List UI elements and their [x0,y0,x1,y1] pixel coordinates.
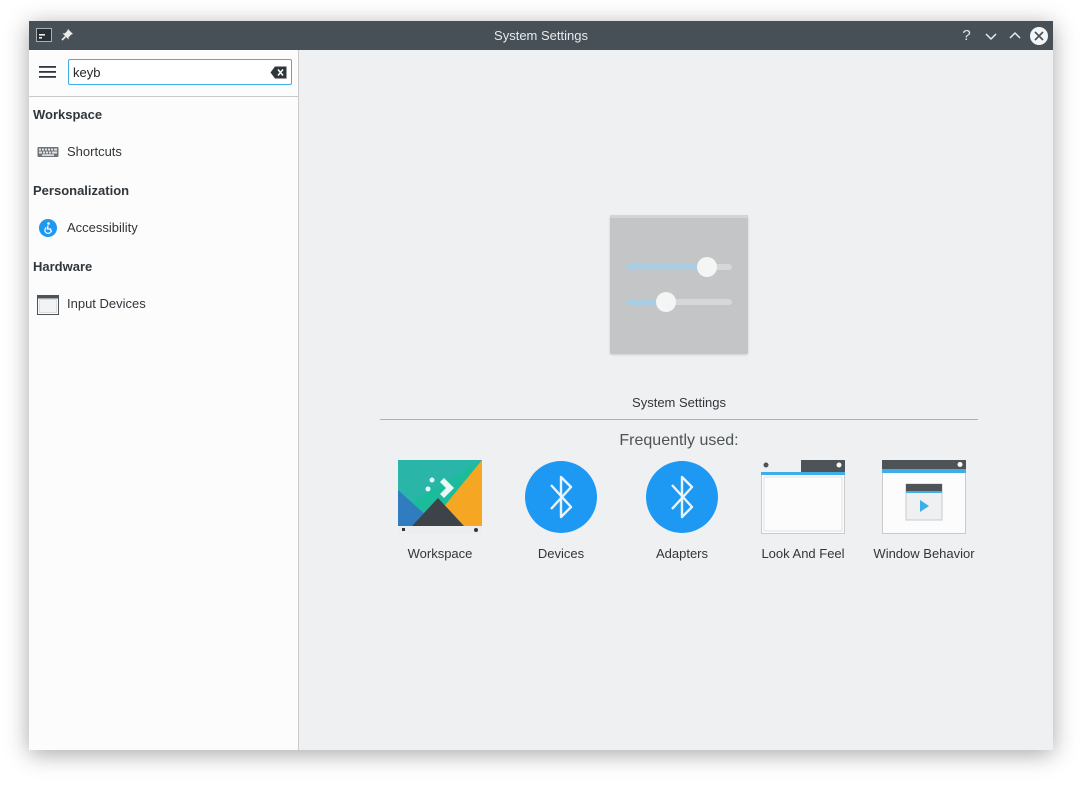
hamburger-menu-icon[interactable] [39,65,56,79]
frequent-item-label: Adapters [655,546,709,561]
system-settings-window: System Settings ? keyb Workspace Shortcu… [29,21,1053,750]
frequent-item-workspace[interactable]: Workspace [380,460,500,575]
category-header-personalization: Personalization [33,183,130,198]
minimize-button[interactable] [980,25,1001,46]
bluetooth-icon [640,460,724,534]
sidebar-item-input-devices[interactable]: Input Devices [29,290,297,318]
chevron-up-icon [1008,31,1021,39]
category-header-hardware: Hardware [33,259,93,274]
accessibility-icon [37,219,59,237]
clear-search-icon[interactable] [270,66,287,79]
sidebar-item-label: Shortcuts [67,144,122,159]
sidebar-item-accessibility[interactable]: Accessibility [29,214,297,242]
search-field[interactable] [68,59,292,85]
frequent-item-label: Look And Feel [761,546,845,561]
frequent-item-label: Window Behavior [873,546,975,561]
app-menu-icon[interactable] [36,28,52,47]
frequent-item-look-and-feel[interactable]: Look And Feel [743,460,863,575]
frequently-used-label: Frequently used: [619,432,739,449]
sidebar-item-shortcuts[interactable]: Shortcuts [29,138,297,166]
frequent-item-label: Workspace [407,546,473,561]
frequent-item-adapters[interactable]: Adapters [622,460,742,575]
chevron-down-icon [984,32,997,40]
main-content: System Settings Frequently used: Workspa… [299,50,1053,750]
frequent-item-window-behavior[interactable]: Window Behavior [864,460,984,575]
separator [380,419,978,420]
pin-icon[interactable] [61,28,74,47]
sidebar-item-label: Accessibility [67,220,138,235]
sidebar-item-label: Input Devices [67,296,146,311]
close-button[interactable] [1028,25,1049,46]
frequent-item-devices[interactable]: Devices [501,460,621,575]
input-devices-icon [37,295,59,315]
hero-label: System Settings [632,395,726,410]
maximize-button[interactable] [1004,25,1025,46]
window-title: System Settings [494,28,588,43]
look-and-feel-icon [761,460,845,534]
help-button[interactable]: ? [956,25,977,46]
frequent-item-label: Devices [537,546,585,561]
keyboard-icon [37,143,59,161]
close-icon [1029,26,1048,45]
workspace-icon [398,460,482,534]
search-input[interactable] [73,62,263,82]
title-bar[interactable]: System Settings ? [29,21,1053,50]
search-row [29,50,298,97]
window-behavior-icon [882,460,966,534]
system-settings-icon [610,215,748,354]
bluetooth-icon [519,460,603,534]
category-header-workspace: Workspace [33,107,103,122]
sidebar: Workspace Shortcuts Personalization [29,50,299,750]
